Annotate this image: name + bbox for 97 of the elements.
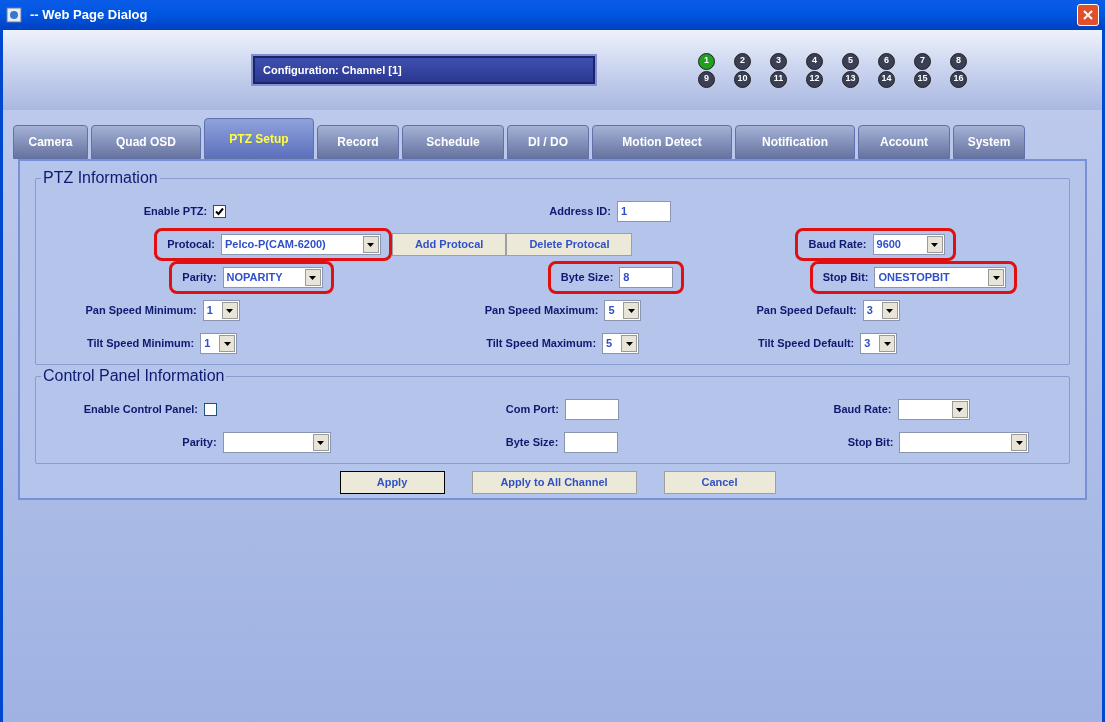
checkbox[interactable] xyxy=(204,403,217,416)
channel-button[interactable]: 10 xyxy=(734,70,751,88)
dropdown-value: 5 xyxy=(606,336,613,352)
close-icon xyxy=(1082,9,1094,21)
caret-icon xyxy=(628,308,635,313)
protocol-button[interactable]: Add Protocal xyxy=(391,233,507,256)
field-label: Address ID: xyxy=(549,204,611,220)
dropdown-arrow-button[interactable] xyxy=(304,269,321,286)
dropdown-value: 9600 xyxy=(876,237,901,253)
channel-button[interactable]: 9 xyxy=(698,70,715,88)
field-label: Pan Speed Maximum: xyxy=(484,303,599,319)
field-label: Enable Control Panel: xyxy=(83,402,198,418)
dropdown[interactable]: ONESTOPBIT xyxy=(874,267,1007,288)
dropdown-arrow-button[interactable] xyxy=(881,302,898,319)
channel-button[interactable]: 7 xyxy=(914,52,931,70)
window-title: -- Web Page Dialog xyxy=(30,6,148,25)
channel-button[interactable]: 14 xyxy=(878,70,895,88)
field-label: Tilt Speed Minimum: xyxy=(86,336,195,352)
dropdown[interactable]: 1 xyxy=(202,300,240,321)
channel-button[interactable]: 6 xyxy=(878,52,895,70)
channel-button[interactable]: 5 xyxy=(842,52,859,70)
dropdown-value: 1 xyxy=(204,336,211,352)
field-label: Tilt Speed Default: xyxy=(757,336,855,352)
channel-button[interactable]: 13 xyxy=(842,70,859,88)
field-label: Com Port: xyxy=(505,402,559,418)
configuration-title: Configuration: Channel [1] xyxy=(253,56,595,84)
dropdown[interactable]: 5 xyxy=(604,300,642,321)
field-label: Protocal: xyxy=(167,237,215,253)
dropdown[interactable]: 3 xyxy=(860,333,898,354)
dropdown-arrow-button[interactable] xyxy=(312,434,329,451)
dropdown-value: Pelco-P(CAM-6200) xyxy=(224,237,326,253)
caret-icon xyxy=(1015,440,1023,445)
checkbox[interactable] xyxy=(213,205,227,218)
action-button[interactable]: Cancel xyxy=(663,471,776,494)
input-field[interactable]: 1 xyxy=(617,201,671,222)
dropdown[interactable]: 1 xyxy=(200,333,238,354)
caret-icon xyxy=(992,275,1000,280)
channel-button[interactable]: 2 xyxy=(734,52,751,70)
dropdown-arrow-button[interactable] xyxy=(221,302,238,319)
field-label: Stop Bit: xyxy=(822,270,869,286)
field-label: Stop Bit: xyxy=(847,435,894,451)
caret-icon xyxy=(883,341,891,346)
dropdown-value: ONESTOPBIT xyxy=(878,270,950,286)
caret-icon xyxy=(309,275,317,280)
caret-icon xyxy=(886,308,894,313)
dropdown-arrow-button[interactable] xyxy=(623,302,640,319)
field-label: Baud Rate: xyxy=(833,402,892,418)
dropdown-arrow-button[interactable] xyxy=(621,335,638,352)
caret-icon xyxy=(625,341,633,346)
check-icon xyxy=(215,207,225,216)
dropdown[interactable]: 5 xyxy=(602,333,640,354)
caret-icon xyxy=(956,407,963,412)
dropdown-arrow-button[interactable] xyxy=(219,335,236,352)
channel-button[interactable]: 8 xyxy=(950,52,967,70)
dropdown[interactable]: 3 xyxy=(862,300,900,321)
field-label: Pan Speed Minimum: xyxy=(85,303,197,319)
page-icon xyxy=(6,7,22,23)
caret-icon xyxy=(317,440,325,445)
channel-button[interactable]: 11 xyxy=(770,70,787,88)
field-label: Byte Size: xyxy=(505,435,559,451)
dropdown[interactable]: 9600 xyxy=(872,234,945,255)
dropdown-value: 3 xyxy=(864,336,871,352)
dropdown-arrow-button[interactable] xyxy=(362,236,379,253)
action-button[interactable]: Apply xyxy=(339,471,445,494)
field-label: Enable PTZ: xyxy=(143,204,208,220)
dropdown-value: 3 xyxy=(866,303,873,319)
dropdown-value: NOPARITY xyxy=(226,270,283,286)
protocol-button[interactable]: Delete Protocal xyxy=(506,233,633,256)
field-label: Parity: xyxy=(182,435,217,451)
dropdown-arrow-button[interactable] xyxy=(879,335,896,352)
dropdown-value: 1 xyxy=(206,303,213,319)
dropdown[interactable]: NOPARITY xyxy=(222,267,323,288)
dropdown-arrow-button[interactable] xyxy=(1011,434,1028,451)
field-label: Byte Size: xyxy=(560,270,614,286)
caret-icon xyxy=(931,242,938,247)
caret-icon xyxy=(223,341,231,346)
caret-icon xyxy=(367,242,375,247)
caret-icon xyxy=(226,308,234,313)
input-field[interactable]: 8 xyxy=(619,267,674,288)
field-label: Tilt Speed Maximum: xyxy=(486,336,597,352)
dropdown-arrow-button[interactable] xyxy=(951,401,968,418)
channel-button[interactable]: 4 xyxy=(806,52,823,70)
field-label: Pan Speed Default: xyxy=(756,303,857,319)
field-label: Baud Rate: xyxy=(808,237,867,253)
dropdown[interactable]: Pelco-P(CAM-6200) xyxy=(220,234,381,255)
input-field[interactable] xyxy=(564,399,619,420)
dropdown-arrow-button[interactable] xyxy=(926,236,943,253)
dropdown-value: 5 xyxy=(608,303,615,319)
channel-button[interactable]: 12 xyxy=(806,70,823,88)
channel-button[interactable]: 3 xyxy=(770,52,787,70)
channel-button[interactable]: 16 xyxy=(950,70,967,88)
channel-button[interactable]: 15 xyxy=(914,70,931,88)
close-button[interactable] xyxy=(1077,4,1099,26)
action-button[interactable]: Apply to All Channel xyxy=(471,471,637,494)
dropdown-arrow-button[interactable] xyxy=(988,269,1005,286)
input-field[interactable] xyxy=(564,432,619,453)
field-label: Parity: xyxy=(182,270,217,286)
